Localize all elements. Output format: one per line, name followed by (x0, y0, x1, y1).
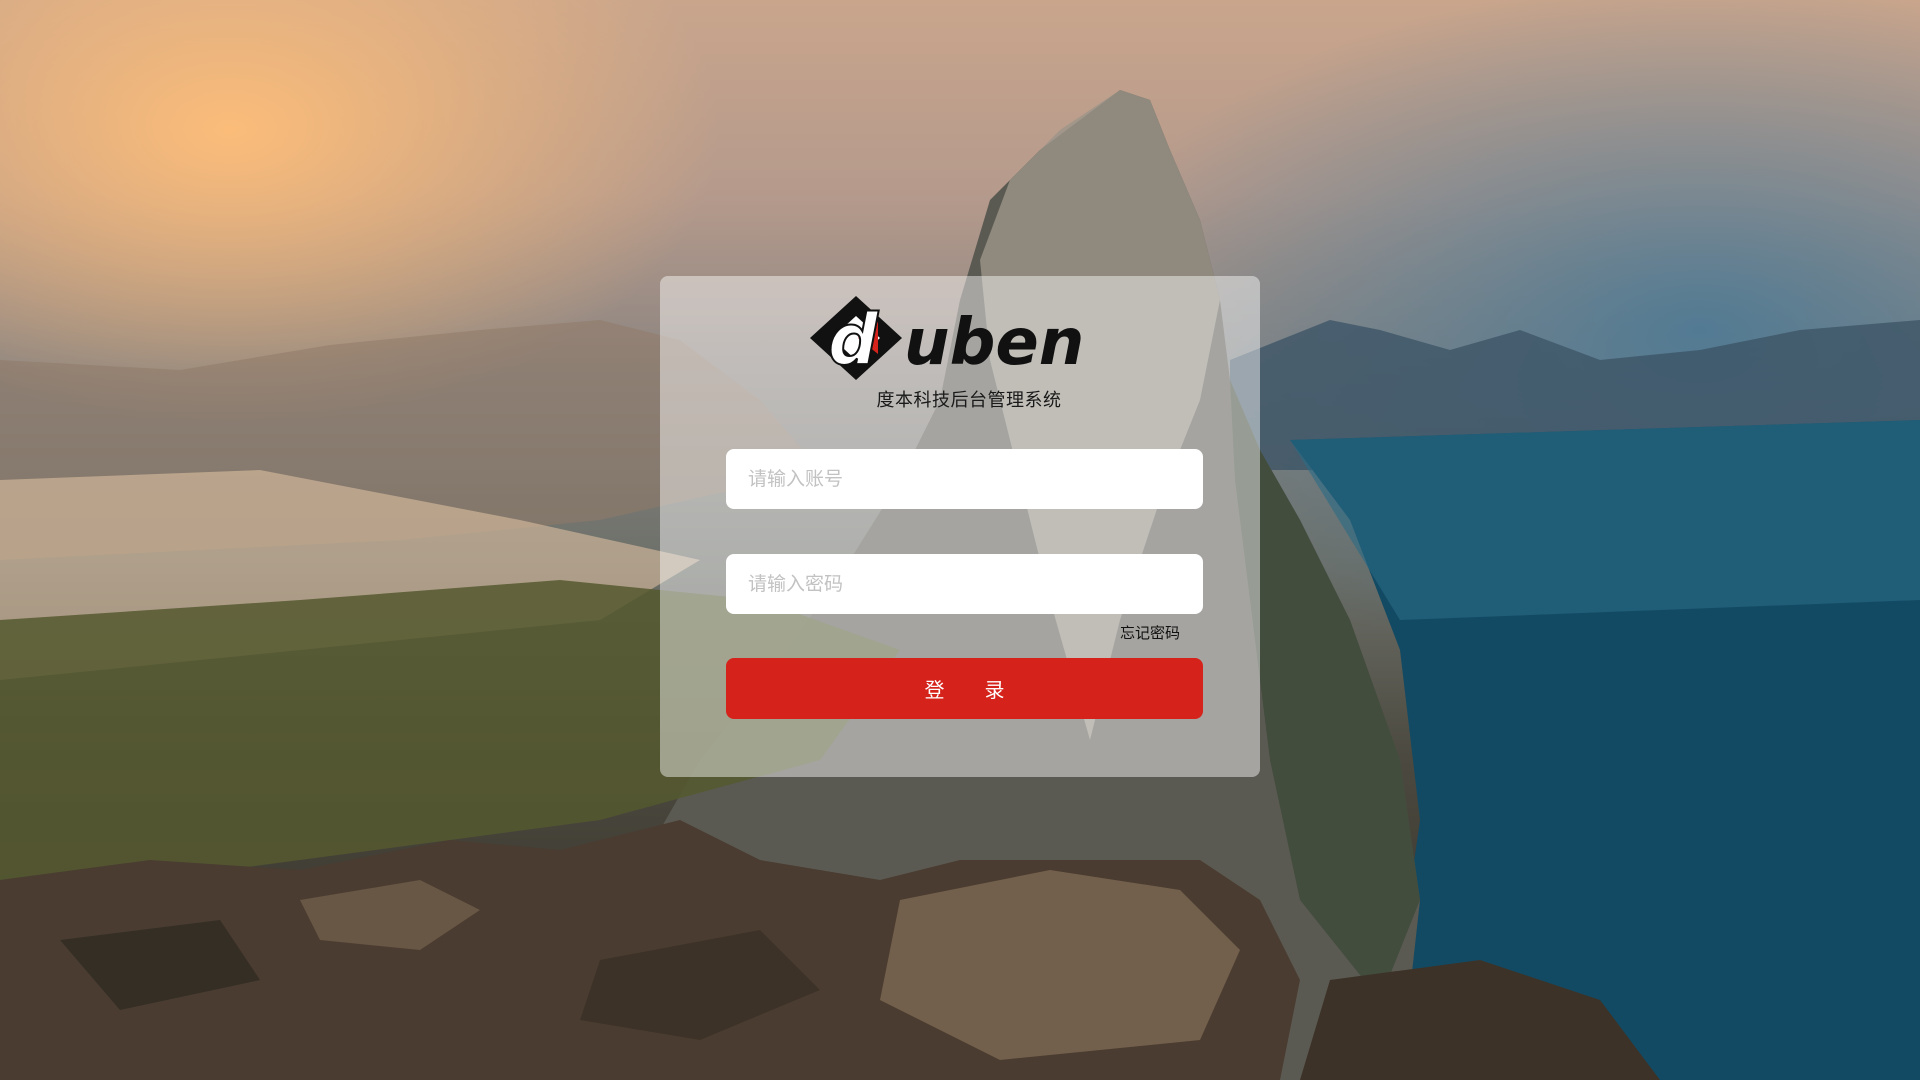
duben-logo-icon: d uben (810, 296, 1084, 382)
login-card: d uben 度本科技后台管理系统 忘记密码 登录 (660, 276, 1260, 777)
account-input[interactable] (726, 449, 1203, 509)
forgot-password-link[interactable]: 忘记密码 (1120, 622, 1180, 643)
login-button[interactable]: 登录 (726, 658, 1203, 719)
svg-text:d: d (828, 299, 879, 381)
svg-text:uben: uben (904, 306, 1084, 380)
system-subtitle: 度本科技后台管理系统 (876, 390, 1062, 411)
password-input[interactable] (726, 554, 1203, 614)
